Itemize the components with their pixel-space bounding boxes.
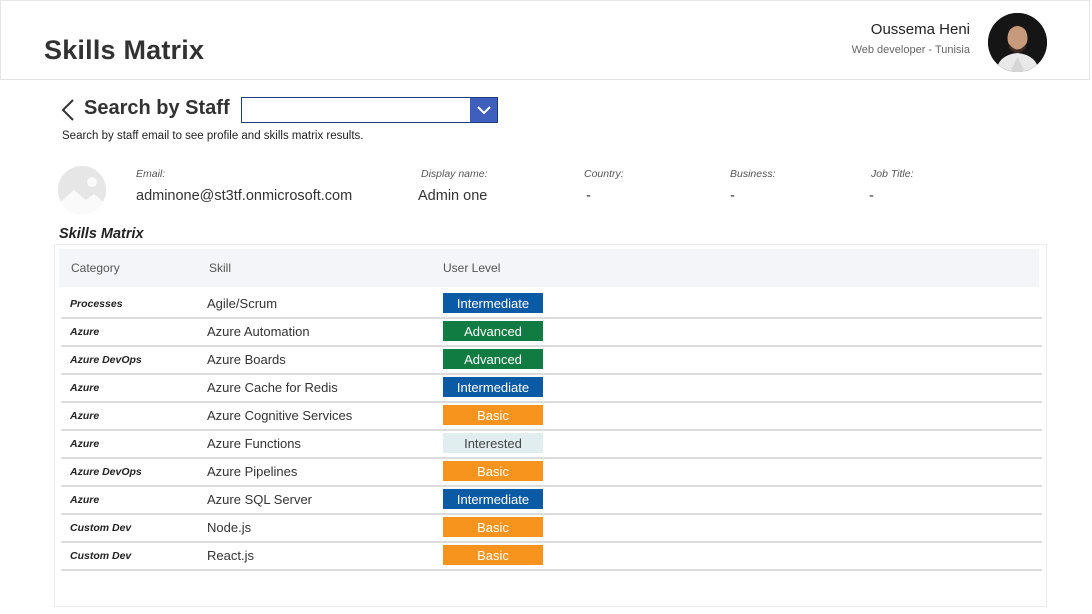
business-label: Business: — [730, 168, 776, 180]
search-title: Search by Staff — [84, 97, 230, 119]
email-label: Email: — [136, 168, 166, 180]
dropdown-button[interactable] — [470, 98, 497, 122]
skill-cell: Agile/Scrum — [207, 296, 278, 311]
user-level-badge: Basic — [443, 405, 543, 425]
table-row[interactable]: Custom Dev Node.js Basic — [61, 515, 1042, 543]
job-title-value: - — [869, 188, 874, 204]
country-value: - — [586, 188, 591, 204]
user-role: Web developer - Tunisia — [851, 44, 970, 56]
table-row[interactable]: Azure Azure SQL Server Intermediate — [61, 487, 1042, 515]
avatar-photo-icon — [988, 13, 1047, 72]
table-row[interactable]: Processes Agile/Scrum Intermediate — [61, 291, 1042, 319]
table-header: Category Skill User Level — [59, 249, 1039, 287]
category-cell: Azure — [70, 494, 100, 506]
column-header-user-level: User Level — [443, 261, 501, 275]
skill-cell: Azure Cognitive Services — [207, 408, 353, 423]
job-title-label: Job Title: — [871, 168, 914, 180]
table-row[interactable]: Azure Azure Automation Advanced — [61, 319, 1042, 347]
user-level-badge: Basic — [443, 545, 543, 565]
user-level-badge: Interested — [443, 433, 543, 453]
column-header-category: Category — [71, 261, 120, 275]
category-cell: Azure — [70, 410, 100, 422]
avatar[interactable] — [988, 13, 1047, 72]
skill-cell: Node.js — [207, 520, 252, 535]
table-row[interactable]: Azure Azure Cognitive Services Basic — [61, 403, 1042, 431]
page-title: Skills Matrix — [44, 35, 205, 65]
user-level-badge: Intermediate — [443, 489, 543, 509]
category-cell: Azure — [70, 326, 100, 338]
category-cell: Processes — [70, 298, 123, 310]
skill-cell: React.js — [207, 548, 254, 563]
user-level-badge: Advanced — [443, 349, 543, 369]
category-cell: Custom Dev — [70, 522, 132, 534]
skill-cell: Azure Pipelines — [207, 464, 298, 479]
category-cell: Azure DevOps — [70, 466, 142, 478]
table-row[interactable]: Azure Azure Functions Interested — [61, 431, 1042, 459]
skill-cell: Azure Functions — [207, 436, 301, 451]
display-name-label: Display name: — [421, 168, 488, 180]
category-cell: Azure DevOps — [70, 354, 142, 366]
skill-cell: Azure Boards — [207, 352, 286, 367]
staff-search-combobox[interactable] — [241, 97, 498, 123]
table-row[interactable]: Azure Azure Cache for Redis Intermediate — [61, 375, 1042, 403]
skills-matrix-title: Skills Matrix — [59, 226, 144, 242]
category-cell: Azure — [70, 382, 100, 394]
table-row[interactable]: Azure DevOps Azure Boards Advanced — [61, 347, 1042, 375]
user-level-badge: Intermediate — [443, 293, 543, 313]
header-bar: Skills Matrix Oussema Heni Web developer… — [0, 0, 1090, 80]
search-hint: Search by staff email to see profile and… — [62, 130, 364, 142]
table-row[interactable]: Custom Dev React.js Basic — [61, 543, 1042, 571]
user-name: Oussema Heni — [870, 21, 970, 38]
category-cell: Custom Dev — [70, 550, 132, 562]
display-name-value: Admin one — [418, 188, 488, 204]
profile-image-placeholder-icon — [58, 166, 106, 214]
email-value: adminone@st3tf.onmicrosoft.com — [136, 188, 353, 204]
skill-cell: Azure SQL Server — [207, 492, 313, 507]
country-label: Country: — [584, 168, 624, 180]
user-level-badge: Basic — [443, 461, 543, 481]
table-row[interactable]: Azure DevOps Azure Pipelines Basic — [61, 459, 1042, 487]
skills-matrix-table: Category Skill User Level Processes Agile… — [54, 244, 1047, 607]
chevron-down-icon — [476, 106, 491, 115]
category-cell: Azure — [70, 438, 100, 450]
skill-cell: Azure Automation — [207, 324, 310, 339]
user-level-badge: Intermediate — [443, 377, 543, 397]
column-header-skill: Skill — [209, 261, 232, 275]
skill-cell: Azure Cache for Redis — [207, 380, 338, 395]
staff-search-input[interactable] — [242, 98, 470, 122]
user-level-badge: Basic — [443, 517, 543, 537]
back-chevron-icon[interactable] — [59, 98, 79, 122]
business-value: - — [730, 188, 735, 204]
user-level-badge: Advanced — [443, 321, 543, 341]
